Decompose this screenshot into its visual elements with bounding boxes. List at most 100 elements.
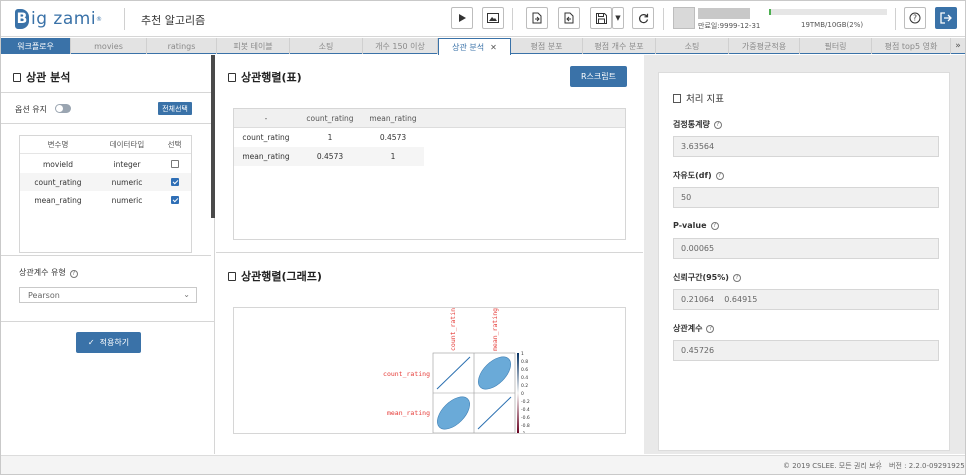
tab-movies[interactable]: movies <box>71 38 147 54</box>
user-name-redacted <box>698 8 750 19</box>
color-scale-bar <box>517 353 519 433</box>
table-cell: 1 <box>327 133 333 142</box>
import-button[interactable] <box>526 7 548 29</box>
tab-overflow-button[interactable]: » <box>951 38 965 54</box>
column-label: count_rating <box>449 308 457 351</box>
panel-title-text: 상관 분석 <box>26 71 71 84</box>
tab-weighted-average[interactable]: 가중평균적용 <box>729 38 800 54</box>
help-icon: ? <box>909 12 921 24</box>
export-icon <box>564 12 574 24</box>
help-button[interactable]: ? <box>904 7 926 29</box>
option-keep-toggle[interactable] <box>55 104 71 113</box>
correlogram: count_rating mean_rating count_rating me… <box>383 304 530 437</box>
panel-title: 상관 분석 <box>13 69 70 85</box>
tab-label: ratings <box>167 41 196 51</box>
tab-workflow[interactable]: 워크플로우 <box>1 38 71 54</box>
tab-count-over-150[interactable]: 개수 150 이상 <box>363 38 438 54</box>
refresh-button[interactable] <box>632 7 654 29</box>
tab-label: 평점 개수 분포 <box>594 41 644 51</box>
svg-text:?: ? <box>913 14 917 23</box>
scale-tick-label: 0.4 <box>521 375 528 381</box>
matrix-table-title: 상관행렬(표) <box>228 69 302 85</box>
corr-type-label-text: 상관계수 유형 <box>19 268 66 277</box>
logo: B ig zami ® <box>15 8 102 30</box>
stat-label-text: 상관계수 <box>673 324 703 333</box>
correlation-matrix-graph: count_rating mean_rating count_rating me… <box>233 304 626 437</box>
close-icon[interactable]: ✕ <box>490 43 497 52</box>
metrics-title-text: 처리 지표 <box>686 94 724 105</box>
row-header: mean_rating <box>242 152 290 161</box>
matrix-graph-title-text: 상관행렬(그래프) <box>241 270 322 283</box>
tab-label: 평점 top5 영화 <box>884 41 938 51</box>
chevron-down-icon: ⌄ <box>183 290 190 299</box>
logout-icon <box>940 12 952 24</box>
stat-label: 자유도(df)? <box>673 170 724 181</box>
save-button[interactable] <box>590 7 612 29</box>
tab-rating-count-distribution[interactable]: 평점 개수 분포 <box>583 38 656 54</box>
select-checkbox[interactable] <box>170 178 179 186</box>
scale-tick-label: -0.2 <box>521 399 530 405</box>
tab-ratings[interactable]: ratings <box>147 38 217 54</box>
variable-type: integer <box>113 159 141 169</box>
save-dropdown-button[interactable]: ▼ <box>612 7 624 29</box>
refresh-icon <box>638 13 648 23</box>
matrix-table-title-text: 상관행렬(표) <box>241 71 302 84</box>
tab-sorting-2[interactable]: 소팅 <box>656 38 729 54</box>
tab-pivot-table[interactable]: 피봇 테이블 <box>217 38 290 54</box>
version: 버전 : 2.2.0-09291925 <box>889 462 965 470</box>
question-icon[interactable]: ? <box>715 171 724 180</box>
r-script-button[interactable]: R스크립트 <box>570 66 627 87</box>
scale-tick-label: 0.6 <box>521 367 528 373</box>
app-window: B ig zami ® 추천 알고리즘 ▼ 만료일:9999-12-31 19T… <box>0 0 966 475</box>
table-row: count_rating numeric <box>20 173 191 191</box>
select-checkbox[interactable] <box>170 196 179 204</box>
tab-top5-movies[interactable]: 평점 top5 영화 <box>872 38 951 54</box>
question-icon[interactable]: ? <box>732 273 741 282</box>
select-checkbox[interactable] <box>170 160 179 168</box>
column-header: 변수명 <box>47 140 69 149</box>
check-icon: ✓ <box>87 338 95 347</box>
tab-label: 소팅 <box>318 41 334 51</box>
document-icon <box>13 72 21 82</box>
tab-filtering[interactable]: 필터링 <box>800 38 872 54</box>
tab-sorting[interactable]: 소팅 <box>290 38 363 54</box>
column-label: mean_rating <box>491 308 499 351</box>
stat-value-field: 3.63564 <box>673 136 939 157</box>
tab-label: 피봇 테이블 <box>233 41 273 51</box>
variable-name: count_rating <box>34 177 82 187</box>
corr-type-select[interactable]: Pearson ⌄ <box>19 287 197 303</box>
question-icon[interactable]: ? <box>706 324 715 333</box>
table-cell: 1 <box>390 152 396 161</box>
question-icon[interactable]: ? <box>710 221 719 230</box>
correlation-matrix-table: - count_rating mean_rating count_rating … <box>233 108 626 240</box>
avatar[interactable] <box>673 7 695 29</box>
question-icon[interactable]: ? <box>713 120 722 129</box>
corr-type-label: 상관계수 유형? <box>19 267 78 278</box>
logo-text: ig zami <box>31 9 97 29</box>
tab-label: 평점 분포 <box>530 41 563 51</box>
tab-label: 워크플로우 <box>17 41 54 51</box>
export-button[interactable] <box>558 7 580 29</box>
table-cell: 0.4573 <box>316 152 344 161</box>
run-button[interactable] <box>451 7 473 29</box>
divider <box>216 252 643 253</box>
left-panel-scrollbar[interactable] <box>211 55 215 218</box>
document-icon <box>228 72 236 82</box>
color-scale-ticks: 1 0.8 0.6 0.4 0.2 0 -0.2 -0.4 -0.6 -0.8 -1 <box>521 351 530 437</box>
logout-button[interactable] <box>935 7 957 29</box>
option-keep-label: 옵션 유지 <box>15 105 47 114</box>
variable-name: mean_rating <box>34 195 82 205</box>
select-all-button[interactable]: 전체선택 <box>158 102 192 115</box>
tab-correlation-analysis[interactable]: 상관 분석 ✕ <box>438 38 511 55</box>
top-bar: B ig zami ® 추천 알고리즘 ▼ 만료일:9999-12-31 19T… <box>1 1 965 37</box>
tab-rating-distribution[interactable]: 평점 분포 <box>511 38 583 54</box>
scale-tick-label: -1 <box>521 431 526 433</box>
question-icon[interactable]: ? <box>69 269 78 278</box>
scale-tick-label: -0.6 <box>521 415 530 421</box>
tab-label: 소팅 <box>684 41 700 51</box>
toggle-knob <box>56 105 63 112</box>
apply-button[interactable]: ✓ 적용하기 <box>76 332 141 353</box>
workflow-tab-bar: 워크플로우 movies ratings 피봇 테이블 소팅 개수 150 이상… <box>1 38 965 55</box>
variable-type: numeric <box>111 195 143 205</box>
image-button[interactable] <box>482 7 504 29</box>
